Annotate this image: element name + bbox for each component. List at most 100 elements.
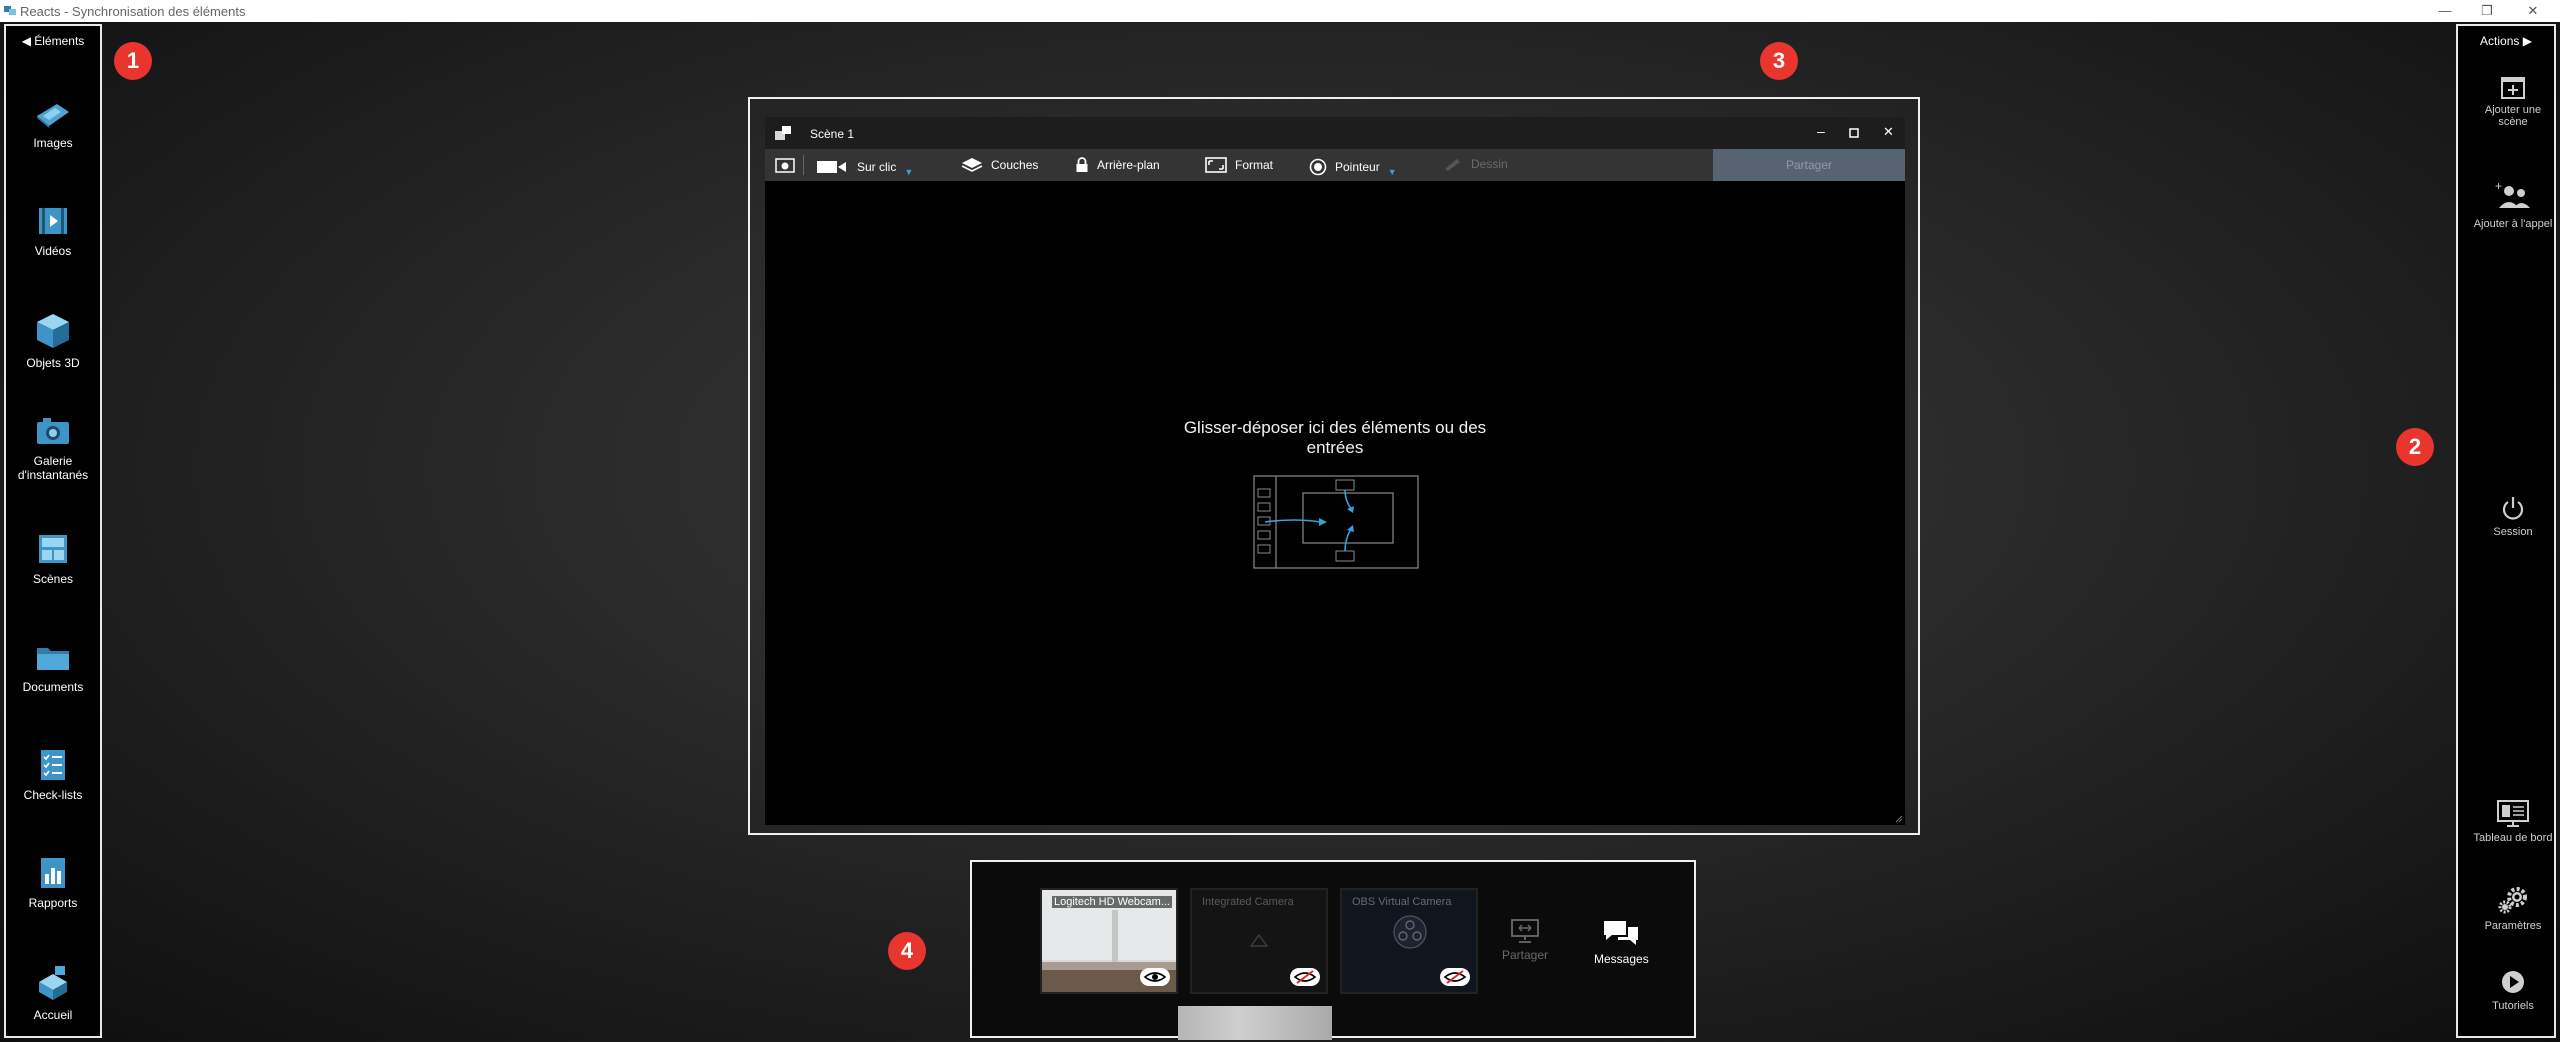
- svg-text:+: +: [2495, 180, 2502, 193]
- sidebar-label-documents: Documents: [22, 680, 84, 694]
- tutorials-button[interactable]: Tutoriels: [2458, 968, 2560, 1012]
- actions-header-label: Actions: [2480, 34, 2520, 48]
- scene-close-button[interactable]: ✕: [1883, 124, 1894, 140]
- messages-icon: [1604, 921, 1639, 945]
- sidebar-label-reports: Rapports: [28, 896, 78, 910]
- drop-zone-text: Glisser-déposer ici des éléments ou des …: [765, 418, 1905, 458]
- scene-maximize-button[interactable]: [1849, 128, 1859, 138]
- cube-icon: [37, 314, 69, 348]
- sidebar-item-images[interactable]: Images: [6, 96, 100, 150]
- pointer-dropdown-icon: ▼: [1387, 167, 1397, 177]
- play-icon: [2502, 971, 2524, 993]
- layers-button[interactable]: Couches: [961, 157, 1038, 173]
- camera-label-obs: OBS Virtual Camera: [1352, 896, 1452, 908]
- screen-share-icon: [1511, 919, 1539, 943]
- power-icon: [2502, 497, 2524, 520]
- format-label: Format: [1235, 158, 1274, 172]
- settings-button[interactable]: Paramètres: [2458, 884, 2560, 932]
- background-label: Arrière-plan: [1097, 158, 1160, 172]
- eye-off-icon[interactable]: [1440, 968, 1470, 986]
- sidebar-item-snapshot-gallery[interactable]: Galerie d'instantanés: [6, 414, 100, 482]
- video-camera-icon: [817, 161, 846, 173]
- sur-clic-label: Sur clic: [857, 160, 897, 174]
- window-titlebar: Reacts - Synchronisation des éléments — …: [0, 0, 2560, 22]
- camera-label-logitech: Logitech HD Webcam...: [1052, 896, 1172, 908]
- pencil-icon: [1445, 159, 1460, 171]
- scene-window: Scène 1 – ✕ Sur clic ▼ Couches Arrière-p…: [765, 117, 1905, 825]
- camera-tile-integrated[interactable]: Integrated Camera: [1190, 888, 1328, 994]
- no-signal-icon: [1249, 933, 1269, 947]
- lock-icon: [1076, 157, 1088, 172]
- callout-badge-1: 1: [114, 42, 152, 80]
- videos-icon: [39, 208, 67, 234]
- pointer-label: Pointeur: [1335, 160, 1380, 174]
- add-scene-label-line1: Ajouter une: [2484, 104, 2542, 116]
- messages-button[interactable]: Messages: [1594, 918, 1649, 966]
- app-logo-icon: [4, 6, 16, 15]
- eye-off-icon[interactable]: [1290, 968, 1320, 986]
- elements-sidebar: ◀ Éléments Images Vidéos Objets 3D Galer…: [4, 24, 102, 1038]
- sidebar-label-scenes: Scènes: [32, 572, 74, 586]
- pointer-icon: [1309, 158, 1327, 176]
- dashboard-icon: [2497, 800, 2529, 827]
- collapse-left-icon: ◀: [21, 34, 31, 48]
- camera-tile-logitech[interactable]: Logitech HD Webcam...: [1040, 888, 1178, 994]
- sidebar-item-scenes[interactable]: Scènes: [6, 532, 100, 586]
- sur-clic-dropdown-icon: ▼: [904, 167, 914, 177]
- share-screen-label: Partager: [1502, 948, 1549, 962]
- callout-badge-3: 3: [1760, 42, 1798, 80]
- scene-title: Scène 1: [810, 127, 855, 141]
- share-scene-button[interactable]: Partager: [1713, 149, 1905, 181]
- scene-titlebar: Scène 1 – ✕: [765, 117, 1905, 149]
- tutorials-label: Tutoriels: [2492, 1000, 2534, 1012]
- drawing-button[interactable]: Dessin: [1443, 157, 1508, 171]
- drop-text-line2: entrées: [1306, 438, 1364, 457]
- dashboard-button[interactable]: Tableau de bord: [2458, 798, 2560, 844]
- sidebar-item-3d-objects[interactable]: Objets 3D: [6, 310, 100, 370]
- restore-button[interactable]: ❐: [2472, 2, 2502, 20]
- scene-minimize-button[interactable]: –: [1817, 123, 1825, 139]
- add-to-call-button[interactable]: + Ajouter à l'appel: [2458, 180, 2560, 230]
- session-button[interactable]: Session: [2458, 494, 2560, 538]
- scenes-icon: [39, 535, 67, 563]
- checklist-icon: [41, 750, 65, 780]
- sidebar-item-reports[interactable]: Rapports: [6, 856, 100, 910]
- sidebar-label-videos: Vidéos: [34, 244, 72, 258]
- add-to-call-label: Ajouter à l'appel: [2473, 218, 2553, 230]
- sidebar-label-gallery-line1: Galerie: [33, 454, 73, 468]
- format-icon: [1205, 157, 1227, 173]
- add-people-icon: +: [2495, 180, 2530, 208]
- close-button[interactable]: ✕: [2518, 2, 2548, 20]
- scene-app-icon: [775, 126, 791, 140]
- add-scene-button[interactable]: Ajouter une scène: [2458, 74, 2560, 128]
- camera-tile-obs[interactable]: OBS Virtual Camera: [1340, 888, 1478, 994]
- drawing-label: Dessin: [1471, 157, 1508, 171]
- sidebar-item-checklists[interactable]: Check-lists: [6, 748, 100, 802]
- snapshot-icon[interactable]: [775, 158, 795, 173]
- actions-sidebar: Actions ▶ Ajouter une scène + Ajouter à …: [2456, 24, 2556, 1038]
- expand-right-icon: ▶: [2522, 34, 2532, 48]
- background-button[interactable]: Arrière-plan: [1075, 157, 1160, 173]
- gear-icon: [2498, 887, 2527, 914]
- drag-drop-illustration-icon: [1253, 475, 1419, 569]
- add-scene-label-line2: scène: [2498, 116, 2528, 128]
- pointer-button[interactable]: Pointeur ▼: [1309, 157, 1397, 177]
- resize-grip-icon[interactable]: [1895, 815, 1903, 823]
- format-button[interactable]: Format: [1205, 157, 1273, 173]
- self-view-preview: [1178, 1006, 1332, 1040]
- sidebar-label-3d-objects: Objets 3D: [26, 356, 80, 370]
- actions-header[interactable]: Actions ▶: [2458, 34, 2554, 48]
- scene-toolbar: Sur clic ▼ Couches Arrière-plan Format P…: [765, 149, 1905, 181]
- sidebar-item-documents[interactable]: Documents: [6, 640, 100, 694]
- callout-badge-4: 4: [888, 932, 926, 970]
- sidebar-item-videos[interactable]: Vidéos: [6, 204, 100, 258]
- eye-icon[interactable]: [1140, 968, 1170, 986]
- images-icon: [37, 104, 69, 128]
- sidebar-label-home: Accueil: [33, 1008, 73, 1022]
- sidebar-item-home[interactable]: Accueil: [6, 964, 100, 1022]
- share-screen-button[interactable]: Partager: [1502, 918, 1548, 962]
- sidebar-label-checklists: Check-lists: [23, 788, 83, 802]
- sur-clic-button[interactable]: Sur clic ▼: [817, 157, 913, 177]
- minimize-button[interactable]: —: [2430, 2, 2460, 20]
- elements-header[interactable]: ◀ Éléments: [6, 34, 100, 48]
